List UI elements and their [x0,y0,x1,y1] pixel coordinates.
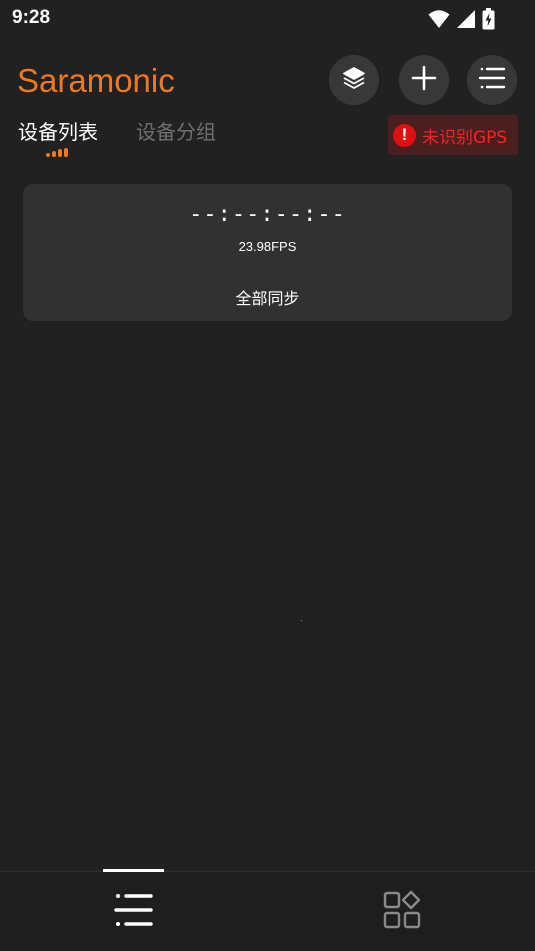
menu-button[interactable] [467,55,517,105]
device-tabs: 设备列表 设备分组 ! 未识别GPS [0,112,535,172]
fps-label: 23.98FPS [238,239,297,254]
sync-all-button[interactable]: 全部同步 [23,285,512,309]
status-bar: 9:28 [0,0,535,36]
timecode-display: --:--:--:-- [189,202,346,227]
bottom-navigation [0,869,535,951]
apps-grid-icon [382,890,422,934]
layers-icon [341,65,367,95]
add-icon [411,65,437,95]
battery-charging-icon [482,8,495,34]
menu-icon [478,66,506,94]
status-icons [428,8,495,34]
list-icon [113,892,155,932]
alert-icon: ! [393,123,416,147]
signal-icon [456,9,476,33]
gps-status-badge: ! 未识别GPS [388,115,518,155]
gps-status-text: 未识别GPS [422,127,508,148]
nav-item-apps[interactable] [268,872,535,951]
tab-device-group[interactable]: 设备分组 [136,116,216,145]
tab-device-list[interactable]: 设备列表 [18,116,98,145]
layers-button[interactable] [329,55,379,105]
wifi-icon [428,9,450,33]
add-device-button[interactable] [399,55,449,105]
app-header: Saramonic [0,52,535,112]
brand-logo: Saramonic [17,62,175,99]
nav-item-device-list[interactable] [0,872,267,951]
screen-speck [301,620,302,621]
timecode-sync-card: --:--:--:-- 23.98FPS 全部同步 [23,184,512,321]
tab-active-indicator [46,148,68,157]
status-time: 9:28 [12,7,51,28]
